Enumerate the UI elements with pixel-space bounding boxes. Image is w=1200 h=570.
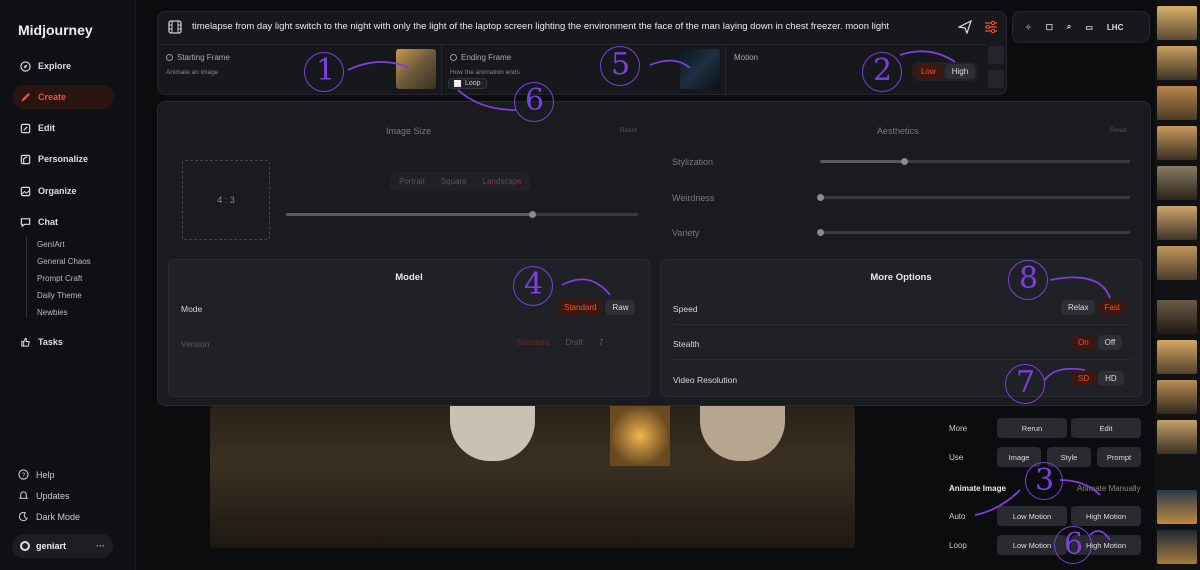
annotation-arrow [561,278,611,296]
annotation-number: 4 [524,267,544,302]
annotation-arrow [1044,367,1086,381]
annotation-number: 6 [1064,527,1084,562]
annotation-arrow [1049,276,1111,299]
annotation-arrow [457,89,517,111]
annotation-number: 8 [1019,261,1039,296]
annotation-number: 1 [316,53,336,88]
annotation-number: 2 [873,53,893,88]
annotation-number: 3 [1035,463,1055,498]
annotation-arrow [649,59,691,69]
annotation-number: 5 [611,47,631,82]
annotation-arrow [347,61,411,71]
annotation-arrow [974,489,1021,516]
annotation-arrow [1089,530,1111,541]
annotation-number: 6 [525,83,545,118]
annotation-arrow [899,50,956,63]
annotation-number: 7 [1016,365,1036,400]
annotation-arrow [1059,479,1101,496]
